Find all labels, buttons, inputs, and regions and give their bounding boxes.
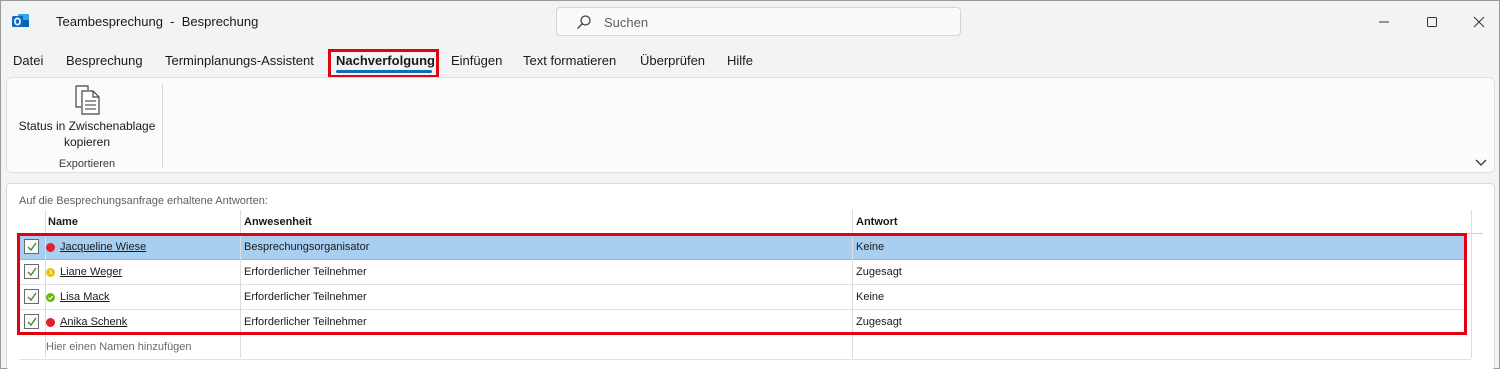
- search-placeholder: Suchen: [604, 15, 649, 30]
- close-button[interactable]: [1456, 1, 1500, 43]
- tab-hilfe[interactable]: Hilfe: [727, 53, 753, 68]
- tab-datei[interactable]: Datei: [13, 53, 43, 68]
- copy-document-icon: [73, 84, 103, 116]
- copy-status-button[interactable]: Status in Zwischenablage kopieren: [7, 78, 162, 156]
- maximize-icon: [1427, 17, 1437, 27]
- copy-status-label-line2: kopieren: [63, 135, 111, 149]
- column-header-name[interactable]: Name: [48, 216, 78, 228]
- copy-status-label-line1: Status in Zwischenablage: [18, 119, 156, 133]
- outlook-meeting-window: Teambesprechung - Besprechung Suchen Dat…: [0, 0, 1500, 369]
- panel-caption: Auf die Besprechungsanfrage erhaltene An…: [19, 195, 268, 207]
- tab-highlight-frame: [328, 49, 439, 78]
- column-header-attendance[interactable]: Anwesenheit: [244, 216, 312, 228]
- minimize-button[interactable]: [1361, 1, 1407, 43]
- tab-ueberpruefen[interactable]: Überprüfen: [640, 53, 705, 68]
- copy-status-label: Status in Zwischenablage kopieren: [7, 118, 167, 150]
- close-icon: [1473, 16, 1485, 28]
- group-separator: [162, 84, 163, 168]
- add-attendee-input[interactable]: Hier einen Namen hinzufügen: [46, 341, 192, 353]
- minimize-icon: [1379, 21, 1389, 23]
- add-attendee-row[interactable]: Hier einen Namen hinzufügen: [19, 335, 1471, 360]
- title-bar: Teambesprechung - Besprechung Suchen: [1, 1, 1499, 43]
- window-title: Teambesprechung - Besprechung: [56, 14, 259, 29]
- outlook-icon[interactable]: [12, 12, 30, 30]
- tab-terminplanungs-assistent[interactable]: Terminplanungs-Assistent: [165, 53, 314, 68]
- ribbon-tabs: Datei Besprechung Terminplanungs-Assiste…: [1, 45, 1499, 77]
- maximize-button[interactable]: [1409, 1, 1455, 43]
- rows-highlight-frame: [17, 233, 1467, 335]
- grid-right-edge: [1471, 210, 1472, 358]
- search-icon: [576, 14, 592, 30]
- grid-header: Name Anwesenheit Antwort: [19, 210, 1483, 234]
- tab-text-formatieren[interactable]: Text formatieren: [523, 53, 616, 68]
- chevron-down-icon[interactable]: [1474, 155, 1488, 166]
- group-label-exportieren: Exportieren: [58, 158, 116, 170]
- ribbon-panel: Status in Zwischenablage kopieren Export…: [6, 77, 1495, 173]
- column-header-response[interactable]: Antwort: [856, 216, 898, 228]
- tab-einfuegen[interactable]: Einfügen: [451, 53, 502, 68]
- tab-besprechung[interactable]: Besprechung: [66, 53, 143, 68]
- search-input[interactable]: Suchen: [556, 7, 961, 36]
